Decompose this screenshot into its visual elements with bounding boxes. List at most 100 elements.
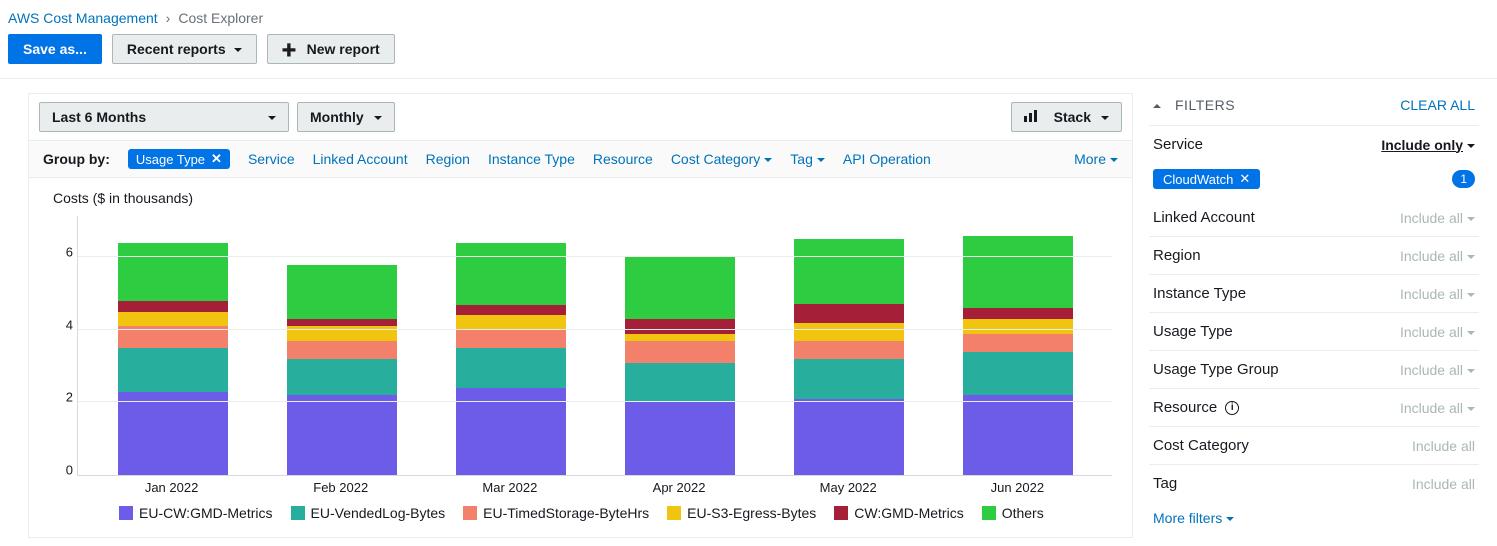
legend-item[interactable]: EU-VendedLog-Bytes	[291, 505, 446, 521]
filter-value[interactable]: Include only	[1381, 137, 1475, 153]
legend-item[interactable]: EU-TimedStorage-ByteHrs	[463, 505, 649, 521]
bar-segment[interactable]	[794, 399, 904, 475]
filter-row[interactable]: Cost CategoryInclude all	[1149, 426, 1479, 464]
filter-row[interactable]: ResourceiInclude all	[1149, 388, 1479, 426]
group-by-more[interactable]: More	[1074, 151, 1118, 167]
filters-title[interactable]: FILTERS	[1153, 97, 1235, 113]
filter-row[interactable]: Linked AccountInclude all	[1149, 199, 1479, 236]
service-filter-count: 1	[1452, 170, 1475, 188]
filter-row[interactable]: TagInclude all	[1149, 464, 1479, 502]
bar-segment[interactable]	[456, 243, 566, 305]
bar-segment[interactable]	[625, 341, 735, 363]
bar-segment[interactable]	[625, 319, 735, 334]
x-tick: Mar 2022	[455, 480, 565, 495]
plus-icon	[282, 41, 301, 57]
chevron-down-icon	[234, 41, 242, 57]
bar-segment[interactable]	[963, 334, 1073, 352]
chevron-down-icon	[1467, 400, 1475, 416]
filter-value[interactable]: Include all	[1400, 210, 1475, 226]
x-tick: Jun 2022	[962, 480, 1072, 495]
chart-type-select[interactable]: Stack	[1011, 102, 1122, 132]
bar-segment[interactable]	[118, 348, 228, 392]
recent-reports-button[interactable]: Recent reports	[112, 34, 257, 64]
breadcrumb: AWS Cost Management › Cost Explorer	[0, 0, 1497, 32]
legend-item[interactable]: EU-S3-Egress-Bytes	[667, 505, 816, 521]
breadcrumb-root[interactable]: AWS Cost Management	[8, 10, 158, 26]
filters-panel: FILTERS CLEAR ALL Service Include only C…	[1149, 93, 1489, 538]
bar-segment[interactable]	[287, 359, 397, 395]
bar-column	[118, 243, 228, 475]
close-icon[interactable]: ✕	[211, 151, 222, 167]
bar-segment[interactable]	[794, 323, 904, 341]
bar-segment[interactable]	[118, 312, 228, 327]
bar-segment[interactable]	[963, 395, 1073, 475]
filter-row[interactable]: Instance TypeInclude all	[1149, 274, 1479, 312]
bar-segment[interactable]	[963, 352, 1073, 396]
bar-column	[287, 265, 397, 475]
bar-segment[interactable]	[963, 319, 1073, 334]
filter-value[interactable]: Include all	[1400, 324, 1475, 340]
filter-value[interactable]: Include all	[1400, 362, 1475, 378]
filter-value[interactable]: Include all	[1412, 438, 1475, 454]
close-icon[interactable]: ✕	[1239, 171, 1250, 187]
x-tick: May 2022	[793, 480, 903, 495]
chevron-down-icon	[764, 151, 772, 167]
legend-swatch	[667, 506, 681, 520]
bar-segment[interactable]	[118, 243, 228, 301]
bar-segment[interactable]	[963, 236, 1073, 309]
group-by-option[interactable]: Tag	[790, 151, 825, 167]
main-toolbar: Save as... Recent reports New report	[0, 32, 1497, 76]
legend-item[interactable]: CW:GMD-Metrics	[834, 505, 963, 521]
group-by-active-chip[interactable]: Usage Type✕	[128, 149, 230, 169]
date-range-select[interactable]: Last 6 Months	[39, 102, 289, 132]
filter-row[interactable]: Usage Type GroupInclude all	[1149, 350, 1479, 388]
filter-value[interactable]: Include all	[1400, 400, 1475, 416]
group-by-option[interactable]: Linked Account	[313, 151, 408, 167]
bar-segment[interactable]	[794, 304, 904, 322]
bar-segment[interactable]	[625, 402, 735, 475]
filter-row-service[interactable]: Service Include only	[1149, 125, 1479, 163]
chevron-down-icon	[374, 109, 382, 125]
filter-value[interactable]: Include all	[1400, 248, 1475, 264]
more-filters-link[interactable]: More filters	[1149, 502, 1238, 534]
new-report-button[interactable]: New report	[267, 34, 395, 64]
filter-value[interactable]: Include all	[1412, 476, 1475, 492]
bar-segment[interactable]	[625, 363, 735, 403]
group-by-option[interactable]: Instance Type	[488, 151, 575, 167]
bar-segment[interactable]	[118, 301, 228, 312]
bar-segment[interactable]	[287, 341, 397, 359]
bar-segment[interactable]	[625, 334, 735, 341]
clear-all-filters[interactable]: CLEAR ALL	[1400, 97, 1475, 113]
group-by-option[interactable]: Resource	[593, 151, 653, 167]
bar-segment[interactable]	[794, 239, 904, 304]
bar-segment[interactable]	[794, 341, 904, 359]
legend-item[interactable]: Others	[982, 505, 1044, 521]
legend-swatch	[463, 506, 477, 520]
group-by-option[interactable]: API Operation	[843, 151, 931, 167]
filter-row[interactable]: RegionInclude all	[1149, 236, 1479, 274]
group-by-option[interactable]: Cost Category	[671, 151, 772, 167]
filter-value[interactable]: Include all	[1400, 286, 1475, 302]
bar-segment[interactable]	[287, 395, 397, 475]
bar-segment[interactable]	[456, 305, 566, 316]
bar-segment[interactable]	[287, 319, 397, 326]
service-filter-chip[interactable]: CloudWatch✕	[1153, 169, 1260, 189]
bar-segment[interactable]	[794, 359, 904, 399]
filter-service-tags: CloudWatch✕ 1	[1149, 163, 1479, 199]
group-by-option[interactable]: Service	[248, 151, 295, 167]
group-by-option[interactable]: Region	[426, 151, 470, 167]
bar-segment[interactable]	[456, 315, 566, 330]
bar-segment[interactable]	[456, 348, 566, 388]
save-as-button[interactable]: Save as...	[8, 34, 102, 64]
legend-item[interactable]: EU-CW:GMD-Metrics	[119, 505, 273, 521]
chevron-down-icon	[1467, 137, 1475, 153]
info-icon[interactable]: i	[1225, 401, 1239, 415]
bar-segment[interactable]	[118, 392, 228, 475]
bar-segment[interactable]	[625, 257, 735, 319]
bar-segment[interactable]	[287, 265, 397, 319]
bar-column	[963, 236, 1073, 475]
filter-row[interactable]: Usage TypeInclude all	[1149, 312, 1479, 350]
bar-segment[interactable]	[963, 308, 1073, 319]
bar-segment[interactable]	[456, 330, 566, 348]
granularity-select[interactable]: Monthly	[297, 102, 395, 132]
